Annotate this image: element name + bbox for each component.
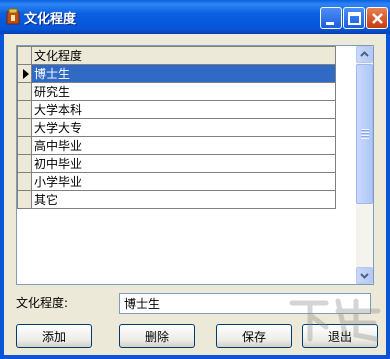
scroll-down-button[interactable]: [356, 267, 373, 284]
table-cell[interactable]: 研究生: [31, 82, 336, 101]
table-cell[interactable]: 博士生: [31, 64, 336, 83]
table-row[interactable]: 高中毕业: [17, 136, 336, 155]
row-indicator[interactable]: [17, 172, 32, 191]
table-row[interactable]: 小学毕业: [17, 172, 336, 191]
table-cell[interactable]: 大学本科: [31, 100, 336, 119]
row-indicator[interactable]: [17, 136, 32, 155]
education-field-label: 文化程度:: [16, 296, 69, 310]
maximize-button[interactable]: [343, 7, 365, 29]
chevron-down-icon: [360, 273, 369, 279]
window-frame-bottom: [0, 355, 390, 359]
grid-header-row: 文化程度: [17, 46, 336, 65]
save-button[interactable]: 保存: [216, 324, 292, 348]
minimize-icon: [326, 22, 334, 25]
maximize-icon: [348, 12, 361, 25]
close-icon: [372, 13, 383, 24]
header-indicator-cell: [17, 46, 32, 65]
column-header[interactable]: 文化程度: [31, 46, 336, 65]
data-grid[interactable]: 文化程度 博士生 研究生 大学本科 大学大专 高中毕业 初中毕业 小学毕业 其它: [16, 45, 374, 285]
watermark-logo: [289, 298, 381, 342]
table-cell[interactable]: 其它: [31, 190, 336, 209]
row-indicator[interactable]: [17, 100, 32, 119]
row-indicator[interactable]: [17, 154, 32, 173]
grid-table: 文化程度 博士生 研究生 大学本科 大学大专 高中毕业 初中毕业 小学毕业 其它: [17, 46, 336, 209]
row-indicator[interactable]: [17, 118, 32, 137]
minimize-button[interactable]: [320, 7, 342, 29]
table-cell[interactable]: 大学大专: [31, 118, 336, 137]
table-row[interactable]: 大学本科: [17, 100, 336, 119]
app-icon: [6, 8, 20, 25]
table-cell[interactable]: 初中毕业: [31, 154, 336, 173]
window-frame-left: [0, 34, 4, 359]
window-title: 文化程度: [24, 12, 77, 27]
table-cell[interactable]: 高中毕业: [31, 136, 336, 155]
table-cell[interactable]: 小学毕业: [31, 172, 336, 191]
vertical-scrollbar[interactable]: [356, 46, 373, 284]
chevron-up-icon: [360, 51, 369, 57]
scroll-thumb[interactable]: [356, 64, 373, 204]
window-frame-right: [386, 34, 390, 359]
table-row[interactable]: 大学大专: [17, 118, 336, 137]
grip-icon: [361, 129, 369, 139]
current-row-arrow-icon: [23, 68, 29, 79]
table-row[interactable]: 博士生: [17, 64, 336, 83]
row-indicator[interactable]: [17, 190, 32, 209]
close-button[interactable]: [366, 7, 388, 29]
title-bar[interactable]: 文化程度: [0, 0, 390, 34]
table-row[interactable]: 初中毕业: [17, 154, 336, 173]
add-button[interactable]: 添加: [16, 324, 92, 348]
delete-button[interactable]: 删除: [119, 324, 195, 348]
scroll-up-button[interactable]: [356, 46, 373, 63]
table-row[interactable]: 其它: [17, 190, 336, 209]
row-indicator[interactable]: [17, 82, 32, 101]
table-row[interactable]: 研究生: [17, 82, 336, 101]
row-indicator[interactable]: [17, 64, 32, 83]
